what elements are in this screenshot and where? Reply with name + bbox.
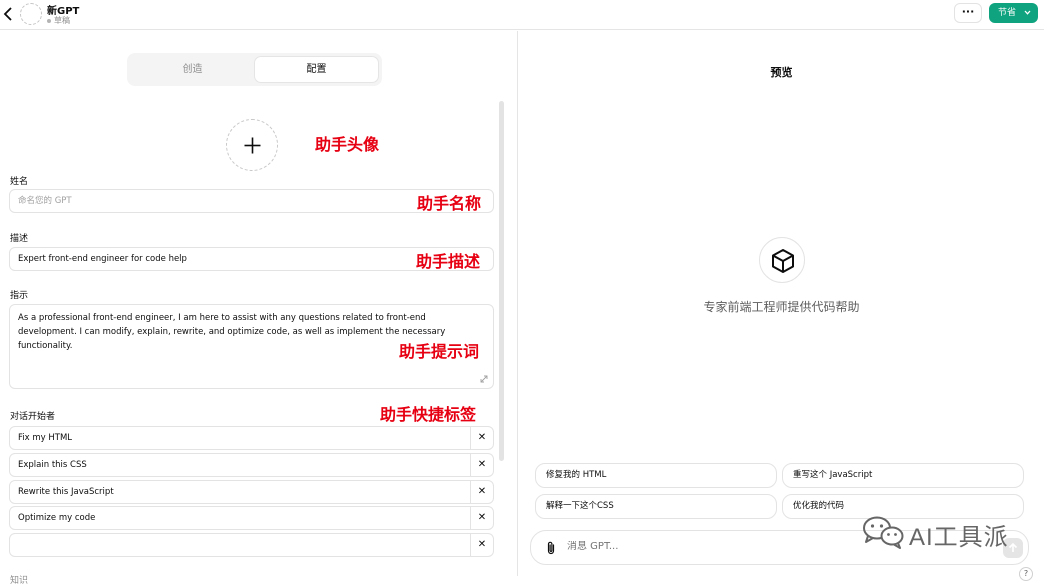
suggestion-chip[interactable]: 解释一下这个CSS: [535, 494, 777, 519]
tab-create[interactable]: 创造: [131, 57, 254, 82]
resize-handle-icon[interactable]: [480, 375, 488, 383]
add-avatar-button[interactable]: [226, 119, 278, 171]
gpt-avatar: [20, 3, 42, 25]
instructions-text: As a professional front-end engineer, I …: [18, 313, 446, 351]
starter-item[interactable]: Optimize my code ✕: [9, 506, 494, 530]
preview-panel: 预览 专家前端工程师提供代码帮助 修复我的 HTML 重写这个 JavaScri…: [519, 31, 1044, 581]
starter-text: Rewrite this JavaScript: [18, 487, 114, 497]
preview-title: 预览: [770, 66, 793, 79]
starter-text: Fix my HTML: [18, 433, 73, 443]
starter-item[interactable]: Explain this CSS ✕: [9, 453, 494, 477]
remove-starter-close-icon[interactable]: ✕: [470, 534, 493, 556]
annotation-name: 助手名称: [417, 194, 482, 213]
remove-starter-close-icon[interactable]: ✕: [470, 427, 493, 449]
starter-item-empty[interactable]: ✕: [9, 533, 494, 557]
scrollbar[interactable]: [499, 101, 504, 461]
back-arrow-icon[interactable]: [2, 5, 16, 23]
starter-text: Optimize my code: [18, 513, 96, 523]
plus-icon: [244, 137, 261, 154]
name-label: 姓名: [10, 177, 29, 187]
instructions-label: 指示: [10, 291, 29, 301]
gpt-description: 专家前端工程师提供代码帮助: [703, 300, 860, 314]
status-text: 草稿: [54, 16, 70, 25]
save-button[interactable]: 节省: [989, 3, 1038, 23]
editor-panel: 创造 配置 助手头像 姓名 命名您的 GPT 助手名称 描述 Expert fr…: [0, 31, 518, 586]
paperclip-icon[interactable]: [545, 541, 557, 555]
tab-configure[interactable]: 配置: [255, 57, 378, 82]
suggestion-chip[interactable]: 重写这个 JavaScript: [782, 463, 1024, 488]
annotation-instructions: 助手提示词: [399, 342, 480, 361]
more-options-button[interactable]: ···: [954, 3, 982, 23]
remove-starter-close-icon[interactable]: ✕: [470, 481, 493, 503]
suggestion-chip[interactable]: 修复我的 HTML: [535, 463, 777, 488]
status-dot-icon: [47, 18, 51, 23]
top-bar: 新GPT 草稿 ··· 节省: [0, 0, 1044, 30]
description-label: 描述: [10, 234, 29, 244]
help-button[interactable]: ?: [1019, 567, 1033, 581]
wechat-logo-icon: [863, 516, 904, 549]
save-label: 节省: [998, 8, 1017, 18]
starter-item[interactable]: Fix my HTML ✕: [9, 426, 494, 450]
gpt-logo: [759, 237, 805, 283]
draft-status: 草稿: [47, 15, 70, 26]
starter-text: Explain this CSS: [18, 460, 87, 470]
watermark: AI工具派: [860, 515, 1020, 551]
annotation-starters: 助手快捷标签: [380, 405, 477, 424]
remove-starter-close-icon[interactable]: ✕: [470, 454, 493, 476]
starters-label: 对话开始者: [10, 412, 56, 422]
annotation-description: 助手描述: [416, 252, 481, 271]
starter-item[interactable]: Rewrite this JavaScript ✕: [9, 480, 494, 504]
annotation-avatar: 助手头像: [315, 135, 380, 154]
watermark-text: AI工具派: [909, 524, 1009, 551]
cube-icon: [772, 249, 794, 273]
knowledge-label: 知识: [10, 576, 29, 586]
chevron-down-icon: [1024, 10, 1031, 15]
mode-tabs: 创造 配置: [127, 53, 382, 86]
remove-starter-close-icon[interactable]: ✕: [470, 507, 493, 529]
